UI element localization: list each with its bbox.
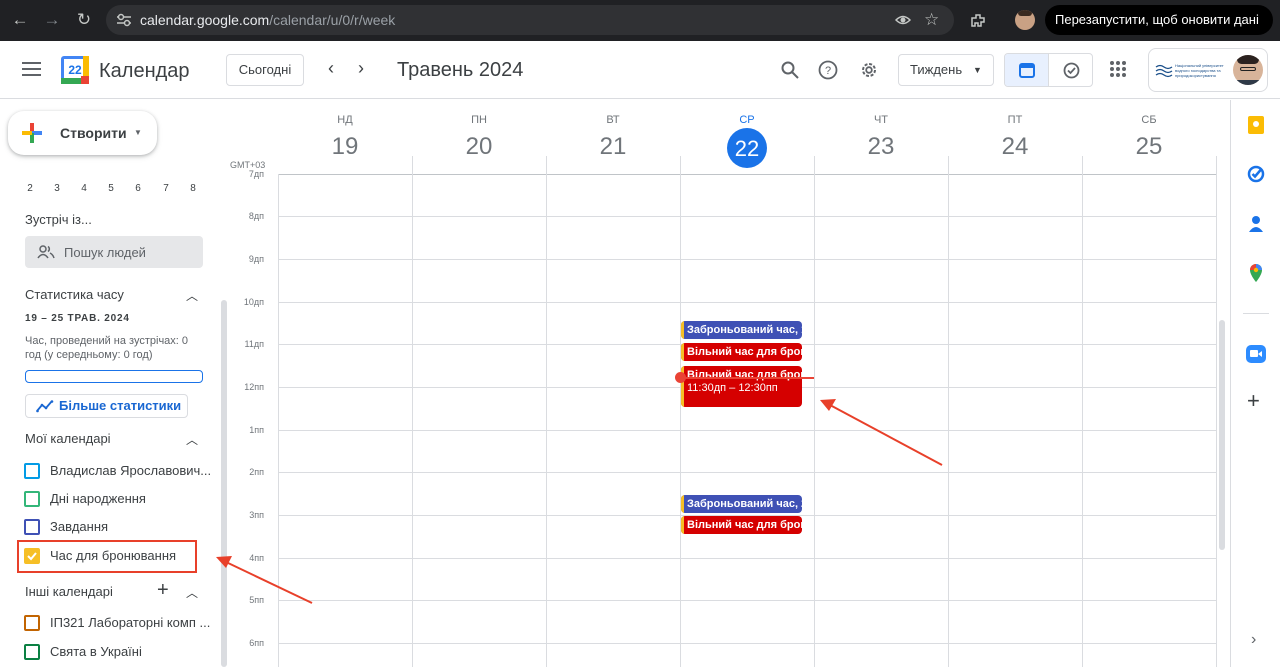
expand-panel-chevron-icon[interactable]: ›	[1251, 631, 1256, 649]
maps-icon[interactable]	[1245, 262, 1267, 284]
keep-icon[interactable]	[1245, 114, 1267, 136]
add-addon-plus-icon[interactable]: +	[1247, 388, 1260, 414]
annotation-arrows	[216, 399, 943, 604]
annotation-arrow	[820, 399, 943, 466]
zoom-icon[interactable]	[1245, 343, 1267, 365]
tasks-icon[interactable]	[1245, 163, 1267, 185]
contacts-icon[interactable]	[1245, 213, 1267, 235]
rail-divider	[1243, 313, 1269, 314]
annotation-arrow	[216, 556, 313, 604]
side-panel-rail: + ›	[1230, 100, 1280, 667]
